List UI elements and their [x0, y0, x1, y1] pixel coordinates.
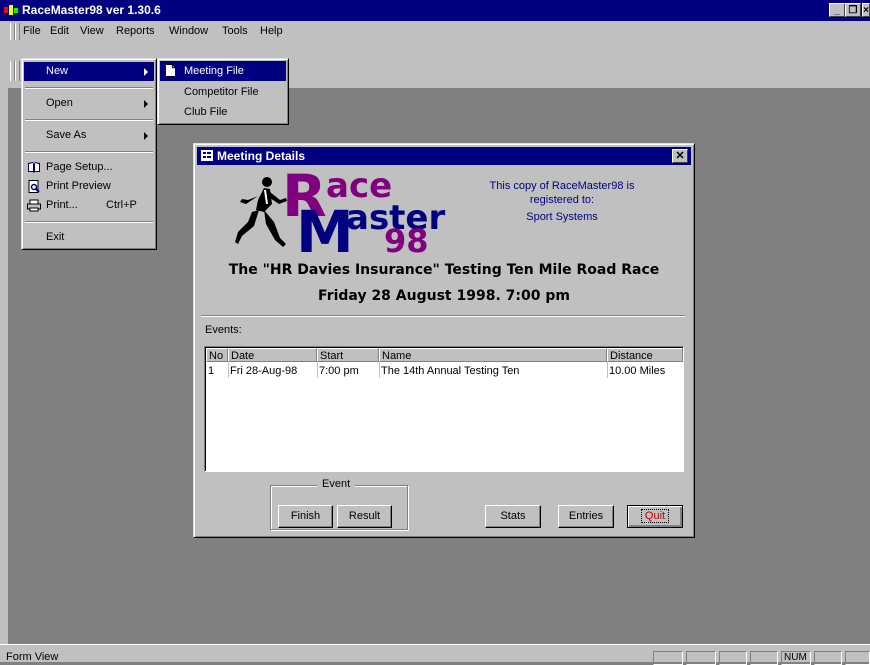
- race-date: Friday 28 August 1998. 7:00 pm: [318, 288, 570, 304]
- dialog-close-button[interactable]: ✕: [672, 149, 688, 163]
- cell-date: Fri 28-Aug-98: [230, 365, 298, 377]
- submenu-item-competitor-file-label: Competitor File: [184, 86, 259, 98]
- menu-item-page-setup[interactable]: Page Setup...: [24, 158, 154, 177]
- status-pane: [653, 651, 683, 665]
- menu-item-save-as[interactable]: Save As: [24, 126, 154, 145]
- race-title: The "HR Davies Insurance" Testing Ten Mi…: [228, 262, 660, 278]
- submenu-arrow-icon: [144, 100, 148, 108]
- menu-tools[interactable]: Tools: [219, 24, 251, 39]
- menu-item-print-label: Print...: [46, 199, 78, 211]
- book-icon: [28, 162, 40, 173]
- cell-start: 7:00 pm: [319, 365, 359, 377]
- menu-separator: [25, 119, 153, 121]
- toolbar-grip-2: [15, 61, 20, 81]
- left-border: [0, 43, 8, 644]
- minimize-button[interactable]: _: [829, 3, 845, 17]
- meeting-details-dialog: Meeting Details ✕ R ace M aster 98 This …: [193, 143, 695, 538]
- events-label: Events:: [205, 324, 242, 336]
- menu-item-print-preview-label: Print Preview: [46, 180, 111, 192]
- menu-item-exit[interactable]: Exit: [24, 228, 154, 247]
- status-pane: [719, 651, 747, 665]
- menu-item-new[interactable]: New: [24, 62, 154, 81]
- status-pane: [750, 651, 778, 665]
- menu-item-exit-label: Exit: [46, 231, 65, 243]
- registration-line-2: registered to:: [529, 194, 595, 206]
- submenu-item-club-file-label: Club File: [184, 106, 228, 118]
- status-pane: [686, 651, 716, 665]
- menu-bar: File Edit View Reports Window Tools Help: [0, 21, 870, 43]
- status-text: Form View: [6, 651, 59, 663]
- app-title: RaceMaster98 ver 1.30.6: [22, 3, 161, 17]
- menu-file[interactable]: File: [20, 24, 44, 39]
- menu-item-save-as-label: Save As: [46, 129, 87, 141]
- menu-reports[interactable]: Reports: [113, 24, 158, 39]
- finish-button[interactable]: Finish: [278, 505, 333, 528]
- submenu-arrow-icon: [144, 68, 148, 76]
- new-submenu: Meeting File Competitor File Club File: [157, 58, 289, 125]
- submenu-item-competitor-file[interactable]: Competitor File: [160, 82, 286, 102]
- menu-window[interactable]: Window: [166, 24, 211, 39]
- submenu-item-club-file[interactable]: Club File: [160, 102, 286, 122]
- menu-edit[interactable]: Edit: [47, 24, 72, 39]
- column-header-name[interactable]: Name: [379, 348, 607, 362]
- menu-item-print[interactable]: Print... Ctrl+P: [24, 196, 154, 215]
- status-pane: [845, 651, 870, 665]
- cell-name: The 14th Annual Testing Ten: [381, 365, 520, 377]
- registered-owner: Sport Systems: [526, 211, 598, 223]
- racemaster-logo: R ace M aster 98: [234, 166, 494, 262]
- print-preview-icon: [28, 180, 40, 193]
- entries-button[interactable]: Entries: [558, 505, 614, 528]
- divider: [201, 315, 685, 317]
- menu-item-open-label: Open: [46, 97, 73, 109]
- app-title-bar: RaceMaster98 ver 1.30.6 _ ❐ ×: [0, 0, 870, 21]
- column-header-start[interactable]: Start: [317, 348, 379, 362]
- menu-separator: [25, 221, 153, 223]
- printer-icon: [27, 199, 41, 212]
- app-icon: [4, 5, 18, 15]
- menu-item-print-shortcut: Ctrl+P: [106, 199, 137, 211]
- submenu-item-meeting-file[interactable]: Meeting File: [160, 61, 286, 81]
- submenu-item-meeting-file-label: Meeting File: [184, 65, 244, 77]
- cell-distance: 10.00 Miles: [609, 365, 666, 377]
- new-document-icon: [165, 64, 176, 77]
- quit-button-label: Quit: [640, 509, 670, 523]
- form-icon: [201, 150, 213, 161]
- menu-item-open[interactable]: Open: [24, 94, 154, 113]
- dialog-title-bar[interactable]: Meeting Details ✕: [197, 147, 691, 165]
- status-bar: Form View NUM: [0, 644, 870, 665]
- logo-98: 98: [384, 222, 429, 260]
- result-button[interactable]: Result: [337, 505, 392, 528]
- cell-no: 1: [208, 365, 215, 377]
- event-group-label: Event: [317, 478, 356, 490]
- menu-item-new-label: New: [46, 65, 69, 77]
- status-num-indicator: NUM: [781, 651, 811, 665]
- registration-line-1: This copy of RaceMaster98 is: [489, 180, 635, 192]
- menu-view[interactable]: View: [77, 24, 107, 39]
- registration-info: This copy of RaceMaster98 is registered …: [462, 179, 662, 224]
- file-menu-dropdown: New Open Save As Page Setup... Print Pre…: [21, 58, 157, 250]
- menu-item-print-preview[interactable]: Print Preview: [24, 177, 154, 196]
- menu-help[interactable]: Help: [257, 24, 286, 39]
- status-pane: [814, 651, 842, 665]
- menu-separator: [25, 87, 153, 89]
- menu-item-page-setup-label: Page Setup...: [46, 161, 113, 173]
- quit-button[interactable]: Quit: [627, 505, 683, 528]
- menu-separator: [25, 151, 153, 153]
- column-header-no[interactable]: No: [206, 348, 228, 362]
- restore-button[interactable]: ❐: [845, 3, 861, 17]
- submenu-arrow-icon: [144, 132, 148, 140]
- close-button[interactable]: ×: [862, 3, 870, 17]
- column-header-distance[interactable]: Distance: [607, 348, 683, 362]
- events-list[interactable]: No Date Start Name Distance 1 Fri 28-Aug…: [204, 346, 684, 472]
- column-header-date[interactable]: Date: [228, 348, 317, 362]
- stats-button[interactable]: Stats: [485, 505, 541, 528]
- dialog-title: Meeting Details: [217, 149, 306, 163]
